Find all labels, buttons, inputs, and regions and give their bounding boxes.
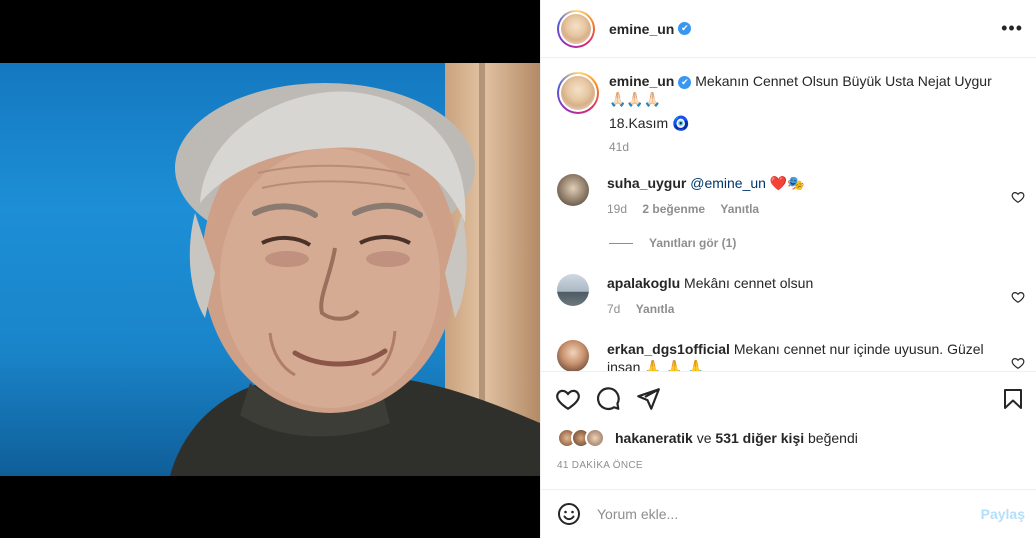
post-actions: hakaneratik ve 531 diğer kişi beğendi 41… — [541, 371, 1036, 489]
post-comment-button[interactable]: Paylaş — [981, 506, 1025, 522]
comment-age[interactable]: 19d — [607, 202, 627, 216]
comment-like-heart-icon[interactable] — [1011, 290, 1025, 304]
post-timestamp[interactable]: 41 DAKİKA ÖNCE — [557, 460, 643, 471]
comments-list[interactable]: emine_un ✔ Mekanın Cennet Olsun Büyük Ust… — [541, 58, 1036, 371]
author-username[interactable]: emine_un — [609, 21, 674, 37]
liker-avatars — [557, 428, 605, 448]
comment-mention[interactable]: @emine_un — [690, 175, 766, 191]
smiley-icon[interactable] — [557, 502, 581, 526]
reply-button[interactable]: Yanıtla — [720, 202, 759, 216]
caption-avatar[interactable] — [557, 72, 599, 114]
likes-summary[interactable]: hakaneratik ve 531 diğer kişi beğendi — [557, 428, 858, 448]
comment-age[interactable]: 7d — [607, 302, 620, 316]
comment-item: apalakoglu Mekânı cennet olsun 7d Yanıtl… — [557, 274, 1027, 324]
liker-avatar — [585, 428, 605, 448]
liker-username[interactable]: hakaneratik — [615, 430, 693, 446]
caption-username[interactable]: emine_un — [609, 73, 674, 89]
likes-suffix: beğendi — [808, 430, 858, 446]
post-details-panel: emine_un ✔ ••• emine_un ✔ Mekanın Cennet … — [540, 0, 1036, 538]
verified-badge-icon: ✔ — [678, 22, 692, 35]
comment-like-heart-icon[interactable] — [1011, 356, 1025, 370]
comment-text: Mekânı cennet olsun — [684, 275, 814, 291]
view-replies-button[interactable]: Yanıtları gör (1) — [609, 236, 736, 250]
post-media[interactable] — [0, 0, 540, 538]
comment-likes[interactable]: 2 beğenme — [642, 202, 705, 216]
more-options-icon[interactable]: ••• — [1001, 18, 1023, 39]
comment-icon[interactable] — [595, 386, 621, 412]
paper-plane-icon[interactable] — [635, 386, 661, 412]
commenter-username[interactable]: suha_uygur — [607, 175, 686, 191]
commenter-avatar[interactable] — [557, 174, 589, 206]
caption-age[interactable]: 41d — [609, 140, 629, 154]
reply-button[interactable]: Yanıtla — [636, 302, 675, 316]
caption-line2: 18.Kasım 🧿 — [609, 115, 690, 131]
comment-like-heart-icon[interactable] — [1011, 190, 1025, 204]
comment-input[interactable] — [597, 506, 981, 522]
heart-icon[interactable] — [555, 386, 581, 412]
commenter-avatar[interactable] — [557, 340, 589, 371]
view-replies-label: Yanıtları gör (1) — [649, 236, 737, 250]
likes-connector: ve — [696, 430, 712, 446]
post-photo[interactable] — [0, 63, 540, 476]
verified-badge-icon: ✔ — [678, 75, 692, 89]
commenter-username[interactable]: apalakoglu — [607, 275, 680, 291]
commenter-avatar[interactable] — [557, 274, 589, 306]
comment-item: erkan_dgs1official Mekanı cennet nur içi… — [557, 340, 1027, 371]
commenter-username[interactable]: erkan_dgs1official — [607, 341, 730, 357]
portrait-illustration — [170, 83, 540, 476]
add-comment-bar: Paylaş — [541, 489, 1036, 538]
comment-text: ❤️🎭 — [765, 175, 805, 191]
author-avatar[interactable] — [557, 9, 595, 48]
post-header: emine_un ✔ ••• — [541, 0, 1036, 58]
instagram-post-modal: emine_un ✔ ••• emine_un ✔ Mekanın Cennet … — [0, 0, 1036, 538]
comment-item: suha_uygur @emine_un ❤️🎭 19d 2 beğenme Y… — [557, 174, 1027, 224]
bookmark-icon[interactable] — [1001, 386, 1025, 412]
caption: emine_un ✔ Mekanın Cennet Olsun Büyük Ust… — [557, 72, 1027, 162]
other-likes-count[interactable]: 531 diğer kişi — [715, 430, 804, 446]
